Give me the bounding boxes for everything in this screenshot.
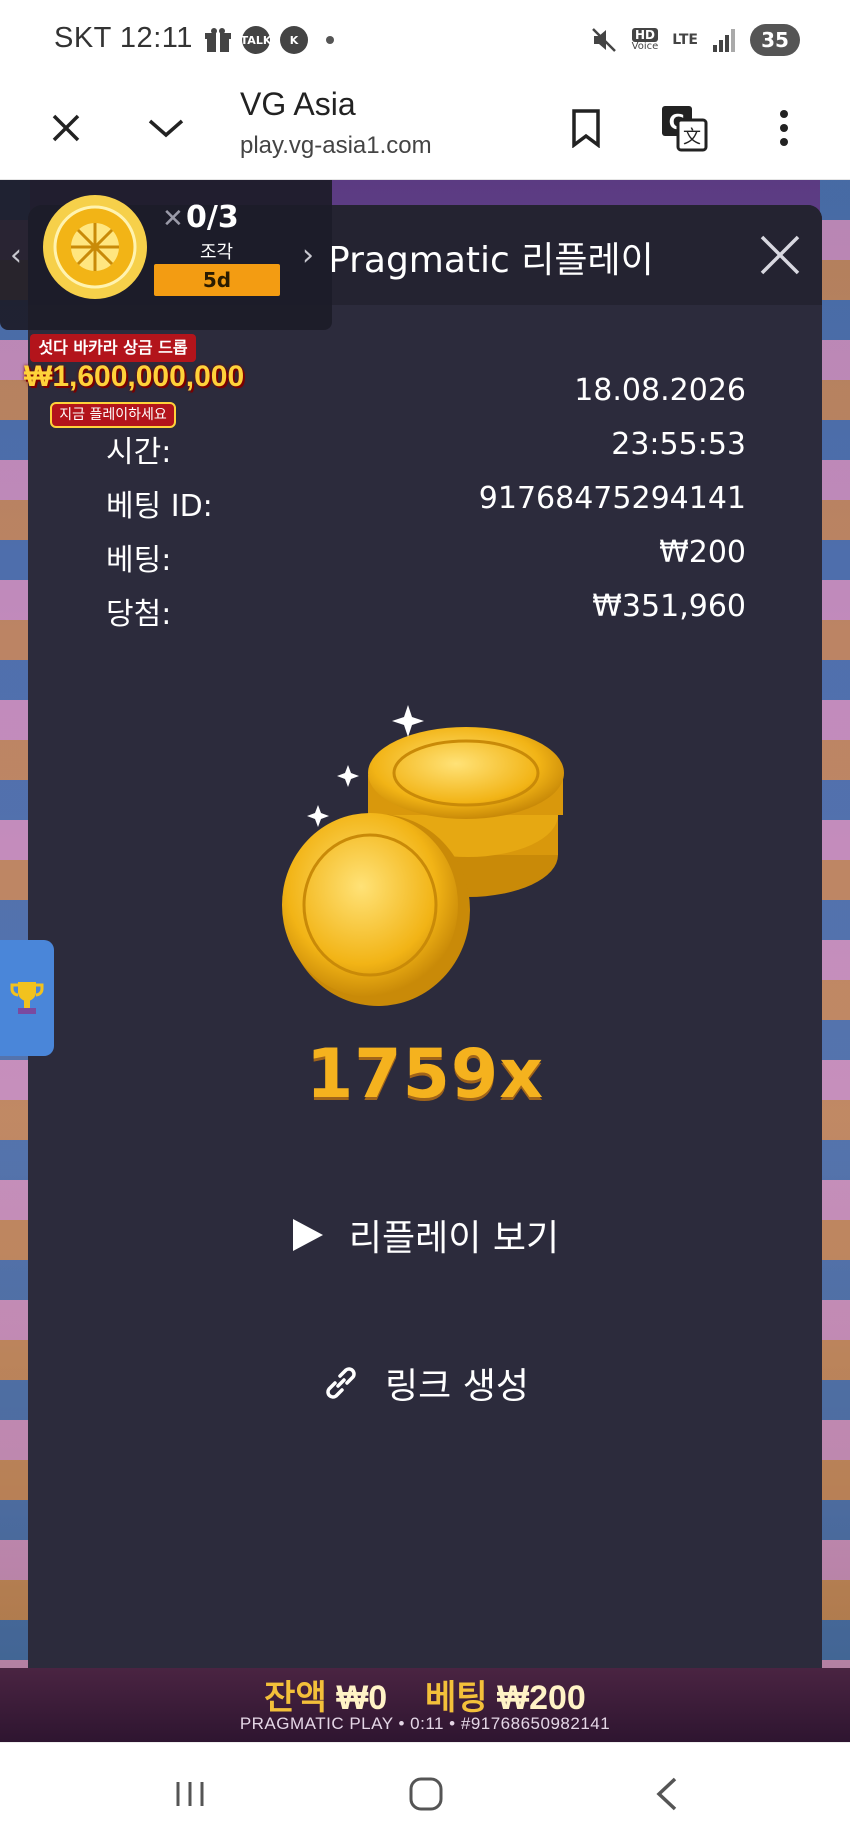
browser-toolbar: VG Asia play.vg-asia1.com G文 bbox=[0, 78, 850, 180]
notification-icons: TALK K bbox=[204, 26, 334, 54]
bookmark-button[interactable] bbox=[558, 100, 614, 156]
info-row-bet-id: 베팅 ID: 91768475294141 bbox=[106, 481, 746, 525]
bet-value: ₩200 bbox=[497, 1679, 586, 1717]
info-value: 23:55:53 bbox=[611, 427, 746, 462]
balance-bet-line: 잔액 ₩0 베팅 ₩200 bbox=[0, 1670, 850, 1719]
more-options-button[interactable] bbox=[756, 100, 812, 156]
back-button[interactable] bbox=[636, 1769, 696, 1819]
fragment-count: 0/3 bbox=[186, 200, 239, 235]
info-row-win: 당첨: ₩351,960 bbox=[106, 589, 746, 633]
info-value: 91768475294141 bbox=[478, 481, 746, 516]
translate-button[interactable]: G文 bbox=[656, 100, 712, 156]
home-icon bbox=[409, 1777, 443, 1811]
info-value: ₩351,960 bbox=[592, 589, 746, 624]
info-label: 베팅: bbox=[106, 543, 172, 578]
trophy-tab-button[interactable] bbox=[0, 940, 54, 1056]
recent-apps-button[interactable] bbox=[160, 1769, 220, 1819]
info-label: 당첨: bbox=[106, 597, 172, 632]
promo-amount: ₩1,600,000,000 bbox=[24, 360, 245, 393]
balance-value: ₩0 bbox=[336, 1679, 388, 1717]
widget-prev-arrow[interactable]: ‹ bbox=[10, 238, 22, 273]
status-bar: SKT 12:11 TALK K HD Voice LTE 35 bbox=[0, 0, 850, 78]
medal-icon bbox=[43, 195, 147, 299]
gift-icon bbox=[205, 28, 231, 52]
promo-play-button[interactable]: 지금 플레이하세요 bbox=[50, 402, 176, 428]
widget-close-icon[interactable]: ✕ bbox=[162, 204, 184, 234]
android-nav-bar bbox=[0, 1742, 850, 1842]
create-link-label: 링크 생성 bbox=[385, 1366, 529, 1407]
modal-close-button[interactable] bbox=[756, 231, 804, 279]
info-row-time: 시간: 23:55:53 bbox=[106, 427, 746, 471]
svg-text:文: 文 bbox=[683, 127, 701, 148]
bet-label: 베팅 bbox=[424, 1679, 488, 1717]
home-button[interactable] bbox=[396, 1769, 456, 1819]
page-title: VG Asia bbox=[240, 86, 356, 122]
watch-replay-label: 리플레이 보기 bbox=[348, 1218, 560, 1259]
info-value: ₩200 bbox=[659, 535, 746, 570]
create-link-button[interactable]: 링크 생성 bbox=[28, 1353, 822, 1413]
widget-next-arrow[interactable]: › bbox=[302, 238, 314, 273]
more-vert-icon bbox=[780, 110, 788, 146]
promo-badge[interactable]: 섯다 바카라 상금 드롭 ₩1,600,000,000 지금 플레이하세요 bbox=[24, 334, 245, 430]
info-label: 시간: bbox=[106, 435, 172, 470]
carrier-time: SKT 12:11 bbox=[54, 22, 193, 54]
minimize-button[interactable] bbox=[138, 100, 194, 156]
translate-icon: G文 bbox=[662, 106, 708, 152]
system-icons: HD Voice LTE 35 bbox=[590, 24, 800, 56]
mute-icon bbox=[591, 28, 616, 52]
close-tab-button[interactable] bbox=[38, 100, 94, 156]
watch-replay-button[interactable]: 리플레이 보기 bbox=[28, 1205, 822, 1265]
reel-stripe-right bbox=[820, 180, 850, 1742]
back-icon bbox=[656, 1777, 677, 1811]
info-value: 18.08.2026 bbox=[574, 373, 746, 408]
close-icon bbox=[52, 114, 80, 142]
fragment-label: 조각 bbox=[200, 242, 234, 263]
k-app-icon: K bbox=[280, 26, 308, 54]
play-icon bbox=[292, 1219, 323, 1251]
recent-apps-icon bbox=[176, 1782, 204, 1806]
page-url[interactable]: play.vg-asia1.com bbox=[240, 132, 432, 160]
bookmark-icon bbox=[572, 109, 600, 148]
battery-icon: 35 bbox=[750, 24, 800, 56]
close-icon bbox=[760, 235, 800, 275]
gold-coins-icon bbox=[282, 705, 564, 1006]
game-footer: PRAGMATIC PLAY • 0:11 • #91768650982141 bbox=[239, 1714, 611, 1733]
balance-label: 잔액 bbox=[264, 1679, 327, 1717]
info-row-bet: 베팅: ₩200 bbox=[106, 535, 746, 579]
win-multiplier: 1759x bbox=[305, 1035, 545, 1114]
promo-headline: 섯다 바카라 상금 드롭 bbox=[30, 334, 196, 362]
trophy-icon bbox=[10, 982, 44, 1014]
kakaotalk-icon: TALK bbox=[241, 26, 271, 54]
signal-icon bbox=[713, 29, 735, 52]
link-icon bbox=[326, 1367, 356, 1399]
chevron-down-icon bbox=[148, 119, 184, 138]
modal-title: Pragmatic 리플레이 bbox=[328, 240, 654, 281]
fragment-widget[interactable]: ‹ ✕ 0/3 조각 5d › bbox=[0, 180, 332, 330]
hd-voice-icon: HD Voice bbox=[631, 28, 659, 52]
lte-icon: LTE bbox=[672, 32, 698, 48]
more-notifications-dot bbox=[326, 36, 334, 44]
game-status-bar: 잔액 ₩0 베팅 ₩200 PRAGMATIC PLAY • 0:11 • #9… bbox=[0, 1668, 850, 1742]
fragment-timer: 5d bbox=[154, 264, 280, 296]
info-label: 베팅 ID: bbox=[106, 489, 213, 524]
